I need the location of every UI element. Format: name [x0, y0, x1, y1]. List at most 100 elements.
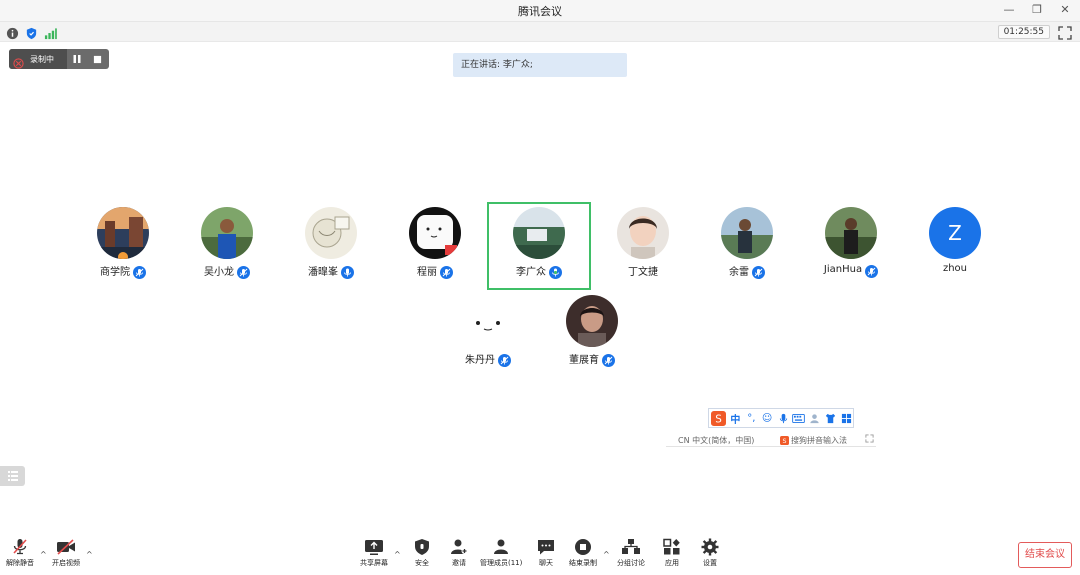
title-bar: 腾讯会议 — ❐ ✕ [0, 0, 1080, 22]
pause-recording-button[interactable] [67, 49, 87, 69]
members-icon [494, 539, 509, 554]
avatar-initial: Z [929, 207, 981, 259]
participant-name: 吴小龙 [204, 267, 234, 278]
video-options-chevron-icon[interactable]: ^ [86, 550, 93, 559]
ime-voice-icon[interactable] [777, 411, 790, 426]
unmute-button[interactable]: 解除静音 [6, 538, 34, 568]
avatar [462, 295, 514, 347]
ime-toolbar: S 中 °, ☺ [708, 408, 854, 428]
window-controls: — ❐ ✕ [1002, 2, 1072, 18]
mic-muted-icon [440, 264, 453, 279]
audio-options-chevron-icon[interactable]: ^ [40, 550, 47, 559]
participant-tile[interactable]: 丁文捷 [591, 202, 695, 290]
shield-icon [415, 539, 429, 555]
avatar [721, 207, 773, 259]
recording-icon [13, 54, 24, 69]
participant-name: 潘曍峯 [308, 267, 338, 278]
svg-text:S: S [783, 438, 787, 445]
list-icon [8, 471, 18, 481]
invite-button[interactable]: 邀请 [449, 538, 469, 568]
side-panel-toggle[interactable] [0, 466, 25, 486]
ime-user-icon[interactable] [808, 411, 821, 426]
chat-button[interactable]: 聊天 [536, 538, 556, 568]
restore-icon[interactable]: ❐ [1030, 2, 1044, 18]
participant-tile[interactable]: 程丽 [383, 202, 487, 290]
shield-icon[interactable] [25, 25, 38, 40]
participant-name: 程丽 [417, 267, 437, 278]
ime-punctuation-icon[interactable]: °, [745, 411, 758, 426]
ime-skin-icon[interactable] [824, 411, 837, 426]
stop-recording-button[interactable] [87, 49, 107, 69]
participant-tile[interactable]: 吴小龙 [175, 202, 279, 290]
status-bar: 01:25:55 [0, 22, 1080, 42]
mic-off-icon [13, 539, 27, 555]
participant-tile-active[interactable]: 李广众 [487, 202, 591, 290]
avatar [97, 207, 149, 259]
share-screen-button[interactable]: 共享屏幕 [360, 538, 388, 568]
participant-name: JianHua [823, 264, 863, 275]
meeting-timer: 01:25:55 [997, 25, 1050, 39]
breakout-icon [622, 539, 640, 554]
participant-tile[interactable]: JianHua [799, 202, 903, 290]
add-user-icon [451, 539, 468, 554]
share-options-chevron-icon[interactable]: ^ [394, 550, 401, 559]
breakout-rooms-button[interactable]: 分组讨论 [617, 538, 645, 568]
sogou-small-icon: S [780, 436, 789, 445]
bottom-toolbar: 解除静音 ^ 开启视频 ^ 共享屏幕 ^ 安全 邀请 管理成员(11) 聊天 结… [0, 536, 1080, 575]
recording-label: 录制中 [30, 54, 54, 64]
start-video-button[interactable]: 开启视频 [52, 538, 80, 568]
participant-name: 丁文捷 [628, 267, 658, 278]
info-icon[interactable] [6, 25, 19, 40]
ime-emoji-icon[interactable]: ☺ [761, 411, 774, 426]
signal-icon[interactable] [44, 25, 57, 40]
manage-members-button[interactable]: 管理成员(11) [480, 538, 522, 568]
sogou-logo-icon[interactable]: S [711, 410, 726, 426]
ime-engine-name: 搜狗拼音输入法 [791, 436, 847, 445]
participant-name: zhou [942, 263, 968, 274]
close-icon[interactable]: ✕ [1058, 2, 1072, 18]
apps-button[interactable]: 应用 [662, 538, 682, 568]
ime-language[interactable]: CN 中文(简体，中国) [678, 435, 754, 446]
participant-name: 李广众 [516, 267, 546, 278]
avatar [825, 207, 877, 259]
mic-muted-icon [237, 264, 250, 279]
stop-recording-toolbar-button[interactable]: 结束录制 [569, 538, 597, 568]
avatar [513, 207, 565, 259]
participant-name: 朱丹丹 [465, 355, 495, 366]
camera-off-icon [57, 539, 75, 555]
participant-name: 董展育 [569, 355, 599, 366]
avatar [409, 207, 461, 259]
stop-icon [93, 55, 101, 63]
participant-tile[interactable]: 潘曍峯 [279, 202, 383, 290]
share-screen-icon [365, 540, 383, 555]
mic-muted-icon [133, 264, 146, 279]
recording-bar: 录制中 [9, 49, 109, 69]
record-stop-icon [575, 539, 591, 555]
ime-engine[interactable]: S 搜狗拼音输入法 [780, 435, 847, 446]
ime-keyboard-icon[interactable] [792, 411, 806, 426]
participant-tile[interactable]: 董展育 [540, 290, 644, 378]
ime-language-bar: CN 中文(简体，中国) S 搜狗拼音输入法 [666, 433, 876, 447]
participant-name: 商学院 [100, 267, 130, 278]
participant-name: 余雷 [729, 267, 749, 278]
minimize-icon[interactable]: — [1002, 2, 1016, 18]
ime-toolbox-icon[interactable] [840, 411, 853, 426]
expand-icon[interactable] [865, 434, 874, 443]
end-meeting-button[interactable]: 结束会议 [1018, 542, 1072, 568]
avatar-initial-letter: Z [948, 221, 962, 245]
participant-tile[interactable]: 余雷 [695, 202, 799, 290]
avatar [566, 295, 618, 347]
security-button[interactable]: 安全 [412, 538, 432, 568]
mic-speaking-icon [549, 264, 562, 279]
fullscreen-icon[interactable] [1058, 25, 1072, 40]
record-options-chevron-icon[interactable]: ^ [603, 550, 610, 559]
participant-tile[interactable]: 商学院 [71, 202, 175, 290]
mic-muted-icon [865, 263, 879, 278]
ime-chinese-toggle[interactable]: 中 [729, 411, 742, 426]
participant-tile[interactable]: 朱丹丹 [436, 290, 540, 378]
mic-muted-icon [498, 352, 511, 367]
participant-tile[interactable]: Z zhou [903, 202, 1007, 290]
settings-button[interactable]: 设置 [700, 538, 720, 568]
window-title: 腾讯会议 [518, 5, 562, 18]
gear-icon [701, 538, 719, 556]
